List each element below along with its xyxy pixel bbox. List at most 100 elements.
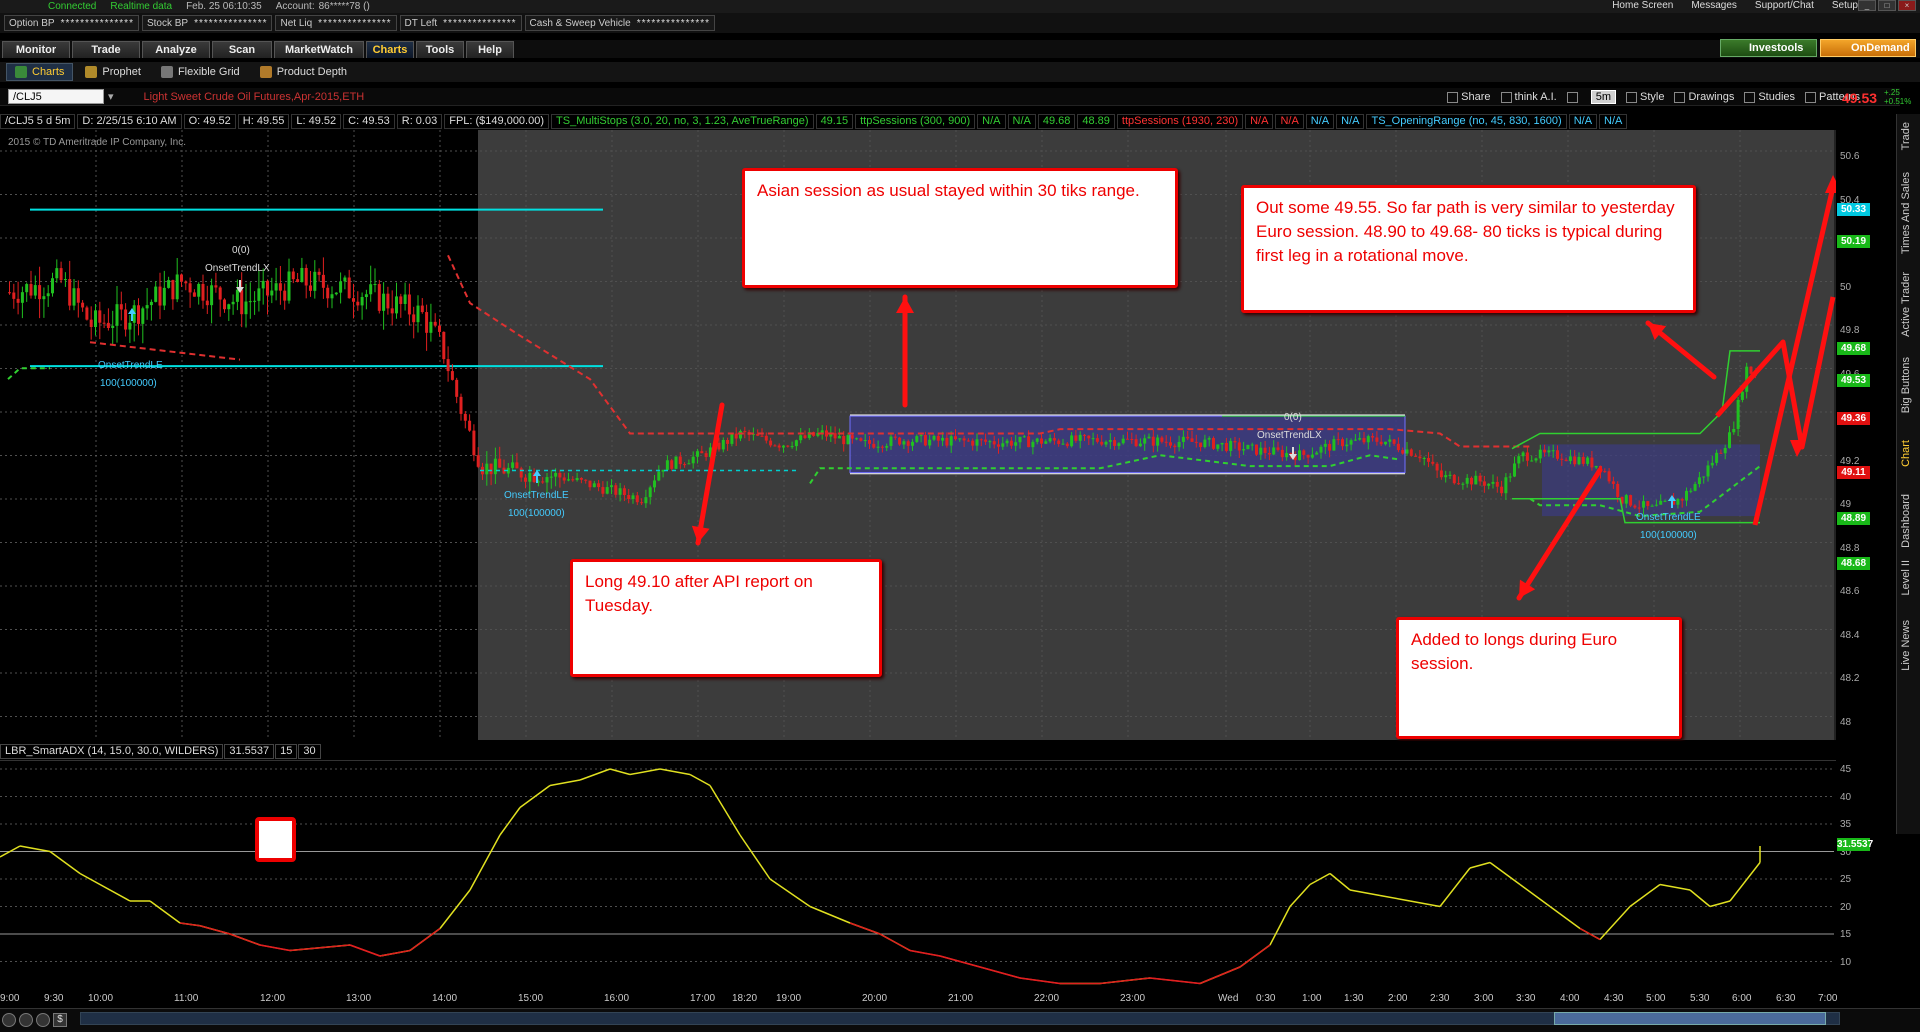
style-button[interactable]: Style <box>1626 91 1664 103</box>
subtab-product-depth[interactable]: Product Depth <box>252 63 355 81</box>
study-cell[interactable]: ttpSessions (1930, 230) <box>1116 113 1244 129</box>
candle-body <box>1220 442 1224 445</box>
side-tab-chart[interactable]: Chart <box>1900 440 1912 467</box>
subtab-prophet[interactable]: Prophet <box>77 63 149 81</box>
think-ai-button[interactable]: think A.I. <box>1500 91 1557 103</box>
candle-body <box>1379 441 1383 445</box>
tab-analyze[interactable]: Analyze <box>142 41 210 58</box>
candle-body <box>1697 477 1701 485</box>
studies-button[interactable]: Studies <box>1744 91 1795 103</box>
tab-scan[interactable]: Scan <box>212 41 272 58</box>
side-tab-trade[interactable]: Trade <box>1900 122 1912 150</box>
note-long-entry[interactable]: Long 49.10 after API report on Tuesday. <box>570 559 882 677</box>
time-tick: 21:00 <box>948 993 974 1004</box>
time-tick: 18:20 <box>732 993 758 1004</box>
dollar-icon[interactable]: $ <box>53 1013 67 1027</box>
zoom-in-icon[interactable] <box>2 1013 16 1027</box>
note-added-longs[interactable]: Added to longs during Euro session. <box>1396 617 1682 739</box>
candle-body <box>717 442 721 450</box>
candle-body <box>880 446 884 448</box>
candle-body <box>63 279 67 281</box>
subtab-charts[interactable]: Charts <box>6 63 74 81</box>
time-tick: 1:30 <box>1344 993 1364 1004</box>
fit-icon[interactable] <box>36 1013 50 1027</box>
account-value[interactable]: 86*****78 () <box>319 1 370 12</box>
drawings-button[interactable]: Drawings <box>1674 91 1734 103</box>
zoom-out-icon[interactable] <box>19 1013 33 1027</box>
candle-body <box>726 439 730 444</box>
price-tick: 48.2 <box>1840 673 1860 684</box>
candle-body <box>1710 462 1714 466</box>
note-asian-session[interactable]: Asian session as usual stayed within 30 … <box>742 168 1178 288</box>
side-tab-big-buttons[interactable]: Big Buttons <box>1900 357 1912 413</box>
candle-body <box>992 441 996 445</box>
candle-body <box>979 439 983 441</box>
investools-button[interactable]: Investools <box>1720 39 1817 57</box>
side-tab-level-ii[interactable]: Level II <box>1900 560 1912 595</box>
side-tab-active-trader[interactable]: Active Trader <box>1900 272 1912 337</box>
candle-body <box>1134 439 1138 447</box>
tab-trade[interactable]: Trade <box>72 41 140 58</box>
candle-body <box>648 487 652 498</box>
close-icon[interactable]: × <box>1898 0 1916 11</box>
setup-button[interactable]: Setup <box>1832 0 1858 13</box>
candle-body <box>442 331 446 360</box>
candle-body <box>1151 436 1155 446</box>
tab-tools[interactable]: Tools <box>416 41 464 58</box>
candle-body <box>1457 483 1461 485</box>
study-cell[interactable]: FPL: ($149,000.00) <box>444 113 550 129</box>
side-tab-times-and-sales[interactable]: Times And Sales <box>1900 172 1912 254</box>
study-cell[interactable]: TS_OpeningRange (no, 45, 830, 1600) <box>1366 113 1567 129</box>
candle-body <box>1147 436 1151 439</box>
candle-body <box>1452 474 1456 484</box>
tab-marketwatch[interactable]: MarketWatch <box>274 41 364 58</box>
symbol-dropdown-icon[interactable]: ▾ <box>108 90 114 103</box>
candle-body <box>493 458 497 475</box>
study-cell[interactable]: ttpSessions (300, 900) <box>855 113 976 129</box>
candle-body <box>214 285 218 288</box>
time-tick: 5:30 <box>1690 993 1710 1004</box>
candle-body <box>59 268 63 281</box>
tab-monitor[interactable]: Monitor <box>2 41 70 58</box>
home-screen-button[interactable]: Home Screen <box>1612 0 1673 13</box>
tab-charts[interactable]: Charts <box>366 41 414 58</box>
ondemand-button[interactable]: OnDemand <box>1820 39 1916 57</box>
messages-button[interactable]: Messages <box>1691 0 1737 13</box>
candle-body <box>1336 439 1340 441</box>
side-tab-dashboard[interactable]: Dashboard <box>1900 494 1912 548</box>
candle-body <box>416 305 420 323</box>
candle-body <box>124 309 128 330</box>
share-button[interactable]: Share <box>1447 91 1491 103</box>
candle-body <box>244 301 248 315</box>
scrollbar-thumb[interactable] <box>1554 1012 1826 1025</box>
adx-chart[interactable] <box>0 741 1836 993</box>
side-tab-live-news[interactable]: Live News <box>1900 620 1912 671</box>
maximize-icon[interactable]: □ <box>1878 0 1896 11</box>
candle-body <box>1715 452 1719 463</box>
candle-body <box>68 279 72 306</box>
symbol-input[interactable]: /CLJ5 <box>8 89 104 104</box>
candle-body <box>1108 440 1112 442</box>
settings-button[interactable] <box>1566 91 1581 103</box>
adx-study-name[interactable]: LBR_SmartADX (14, 15.0, 30.0, WILDERS) <box>0 743 224 759</box>
candle-body <box>192 292 196 297</box>
last-price: 49.53 <box>1842 90 1878 106</box>
note-out-some[interactable]: Out some 49.55. So far path is very simi… <box>1241 185 1696 313</box>
adx-tick: 35 <box>1840 819 1852 830</box>
minimize-icon[interactable]: _ <box>1858 0 1876 11</box>
timeframe-button[interactable]: 5m <box>1590 90 1616 104</box>
study-cell[interactable]: TS_MultiStops (3.0, 20, no, 3, 1.23, Ave… <box>551 113 814 129</box>
candle-body <box>549 476 553 478</box>
price-tick: 49.8 <box>1840 325 1860 336</box>
tab-help[interactable]: Help <box>466 41 514 58</box>
adx-separator <box>0 760 1836 761</box>
time-tick: 20:00 <box>862 993 888 1004</box>
studies-icon <box>1744 91 1756 103</box>
subtab-flexible-grid[interactable]: Flexible Grid <box>153 63 248 81</box>
candle-body <box>932 435 936 440</box>
support-chat-button[interactable]: Support/Chat <box>1755 0 1814 13</box>
candle-body <box>773 445 777 447</box>
candle-body <box>1676 499 1680 505</box>
candle-body <box>1439 470 1443 478</box>
time-tick: 19:00 <box>776 993 802 1004</box>
